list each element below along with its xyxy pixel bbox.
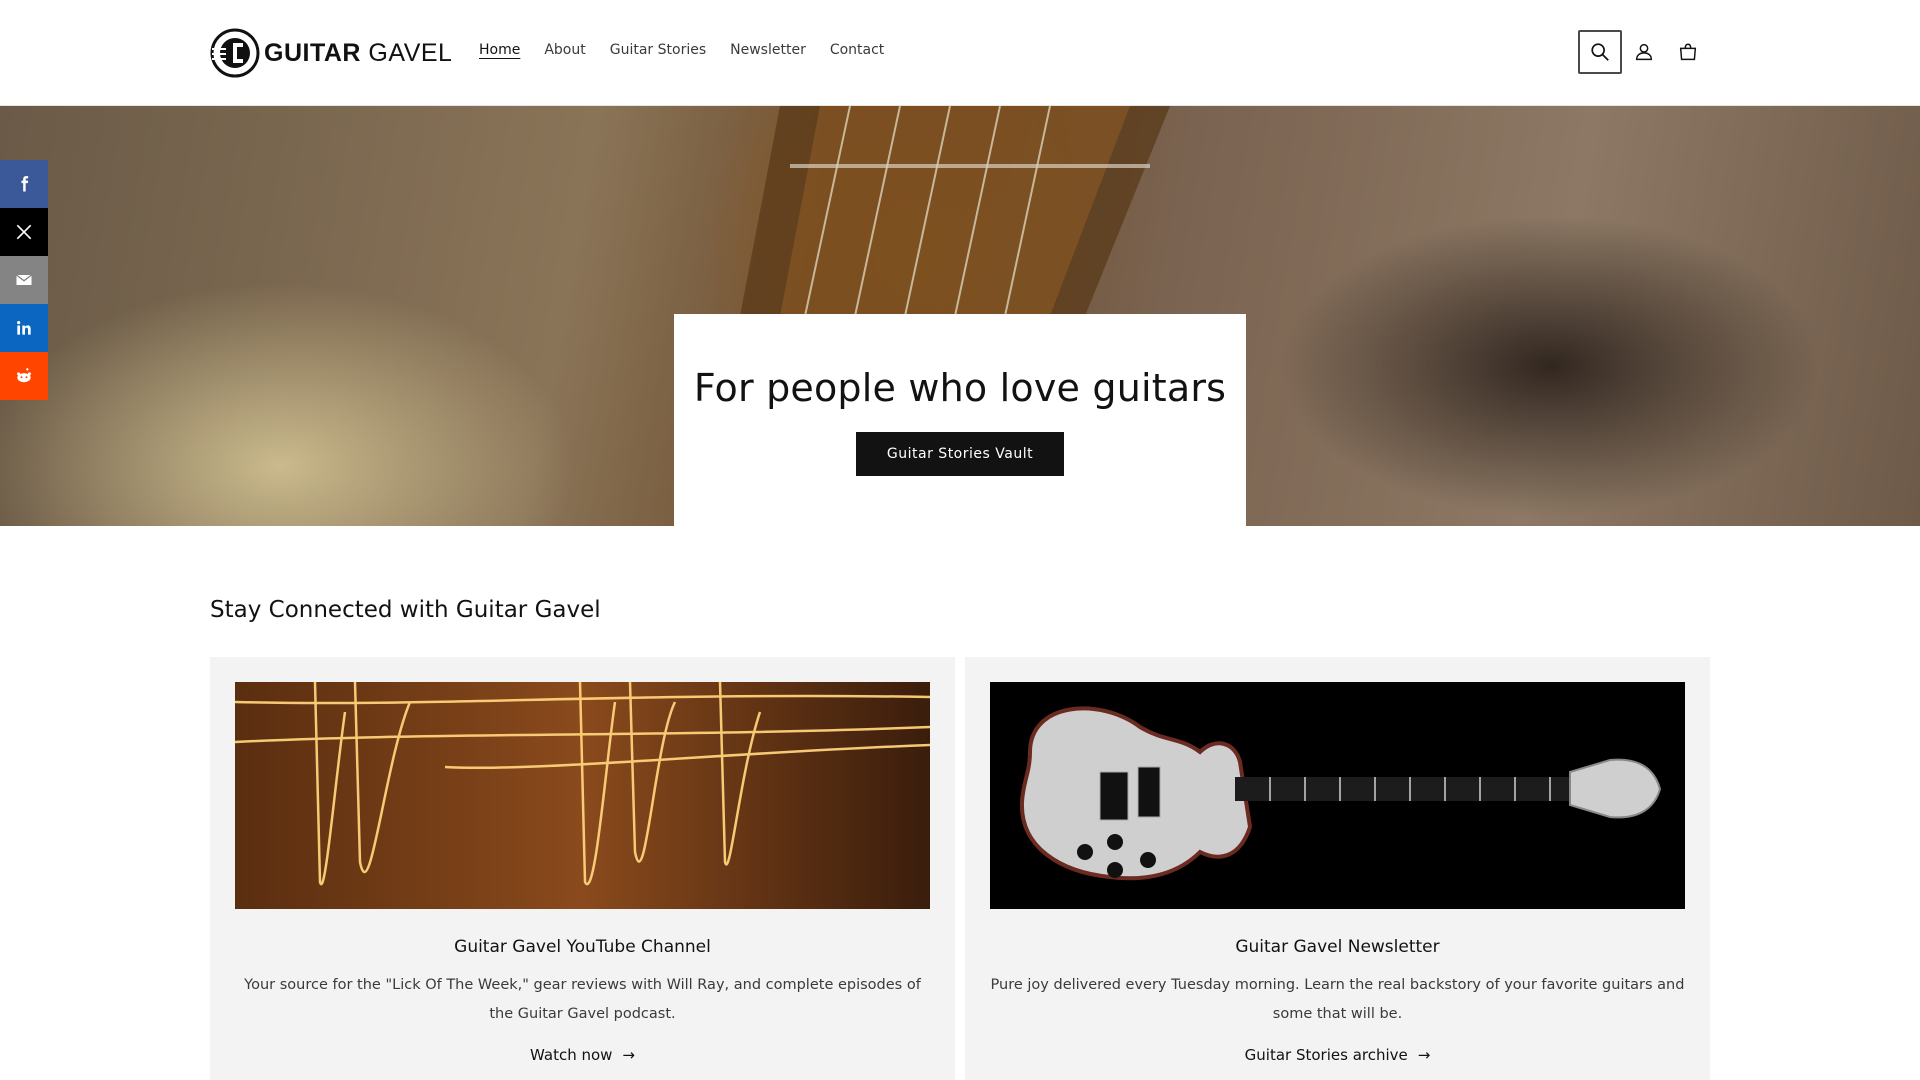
social-share-bar [0, 160, 48, 400]
section-title: Stay Connected with Guitar Gavel [210, 597, 601, 623]
hero-banner: For people who love guitars Guitar Stori… [0, 106, 1920, 526]
light-trails-image [235, 682, 930, 909]
youtube-card-text: Your source for the "Lick Of The Week," … [244, 977, 921, 1022]
newsletter-card: Guitar Gavel Newsletter Pure joy deliver… [965, 657, 1710, 1080]
newsletter-card-title: Guitar Gavel Newsletter [1235, 937, 1440, 957]
email-icon [16, 274, 32, 285]
site-logo[interactable]: GUITAR GAVEL [210, 26, 452, 80]
main-nav: Home About Guitar Stories Newsletter Con… [479, 42, 908, 58]
guitar-stories-archive-link[interactable]: Guitar Stories archive → [965, 1046, 1710, 1064]
engraved-guitar-image [990, 682, 1685, 909]
reddit-icon [17, 368, 31, 383]
nav-contact[interactable]: Contact [830, 42, 884, 58]
nav-about[interactable]: About [544, 42, 585, 58]
account-icon [1635, 43, 1653, 61]
share-email-button[interactable] [0, 256, 48, 304]
guitar-stories-vault-button[interactable]: Guitar Stories Vault [855, 432, 1065, 476]
logo-text: GUITAR GAVEL [264, 38, 453, 67]
site-header: GUITAR GAVEL Home About Guitar Stories N… [0, 0, 1920, 106]
guitar-gavel-logo-icon [210, 28, 260, 78]
youtube-card-title: Guitar Gavel YouTube Channel [454, 937, 711, 957]
share-x-button[interactable] [0, 208, 48, 256]
linkedin-icon [17, 321, 31, 335]
newsletter-card-text: Pure joy delivered every Tuesday morning… [990, 977, 1685, 1022]
watch-now-label: Watch now [530, 1046, 613, 1064]
nav-newsletter[interactable]: Newsletter [730, 42, 806, 58]
cart-button[interactable] [1666, 30, 1710, 74]
hero-content-box: For people who love guitars Guitar Stori… [674, 314, 1246, 526]
search-button[interactable] [1578, 30, 1622, 74]
account-button[interactable] [1622, 30, 1666, 74]
watch-now-link[interactable]: Watch now → [210, 1046, 955, 1064]
share-facebook-button[interactable] [0, 160, 48, 208]
nav-guitar-stories[interactable]: Guitar Stories [610, 42, 706, 58]
share-reddit-button[interactable] [0, 352, 48, 400]
share-linkedin-button[interactable] [0, 304, 48, 352]
facebook-icon [21, 176, 29, 192]
nav-home[interactable]: Home [479, 42, 520, 58]
hero-title: For people who love guitars [693, 366, 1227, 410]
guitar-stories-archive-label: Guitar Stories archive [1244, 1046, 1408, 1064]
header-icons [1578, 30, 1710, 74]
x-icon [16, 224, 32, 240]
cart-icon [1679, 43, 1697, 61]
arrow-right-icon: → [1417, 1046, 1431, 1064]
search-icon [1591, 43, 1609, 61]
arrow-right-icon: → [622, 1046, 635, 1064]
youtube-card: Guitar Gavel YouTube Channel Your source… [210, 657, 955, 1080]
